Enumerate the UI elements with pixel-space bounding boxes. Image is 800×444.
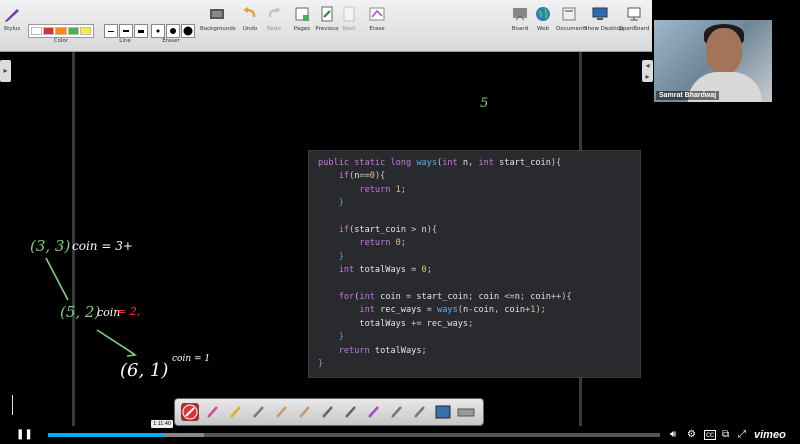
progress-fill [48, 433, 165, 437]
progress-bar[interactable] [48, 433, 660, 437]
time-tooltip: 1:11:40 [151, 420, 173, 428]
stop-icon[interactable] [181, 403, 199, 421]
line-icon[interactable] [388, 403, 406, 421]
picture-in-picture-icon[interactable]: ⧉ [722, 429, 729, 441]
closed-captions-icon[interactable]: cc [704, 430, 716, 440]
pause-icon[interactable]: ❚❚ [16, 429, 33, 441]
zoom-in-icon[interactable] [319, 403, 337, 421]
pen-icon[interactable] [365, 403, 383, 421]
vimeo-logo[interactable]: vimeo [754, 429, 786, 441]
drawing-palette [174, 398, 484, 426]
text-icon[interactable] [411, 403, 429, 421]
fullscreen-icon[interactable]: ⤢ [738, 429, 746, 441]
zoom-out-icon[interactable] [342, 403, 360, 421]
marker-icon[interactable] [227, 403, 245, 421]
keyboard-icon[interactable] [457, 403, 475, 421]
buffered-segment [164, 433, 204, 437]
capture-icon[interactable] [434, 403, 452, 421]
hand-point-icon[interactable] [273, 403, 291, 421]
tree-edges [45, 257, 138, 357]
whiteboard-stage[interactable]: Stylus Color Line Eraser Backgrounds Und… [0, 0, 800, 444]
hand-grab-icon[interactable] [296, 403, 314, 421]
volume-icon[interactable]: 🔊︎ [670, 429, 676, 441]
settings-gear-icon[interactable]: ⚙ [687, 429, 696, 441]
eraser-icon[interactable] [204, 403, 222, 421]
pointer-icon[interactable] [250, 403, 268, 421]
edge-1-2 [45, 257, 69, 301]
video-player-bar: ❚❚ 🔊︎ ⚙ cc ⧉ ⤢ vimeo [0, 426, 800, 444]
